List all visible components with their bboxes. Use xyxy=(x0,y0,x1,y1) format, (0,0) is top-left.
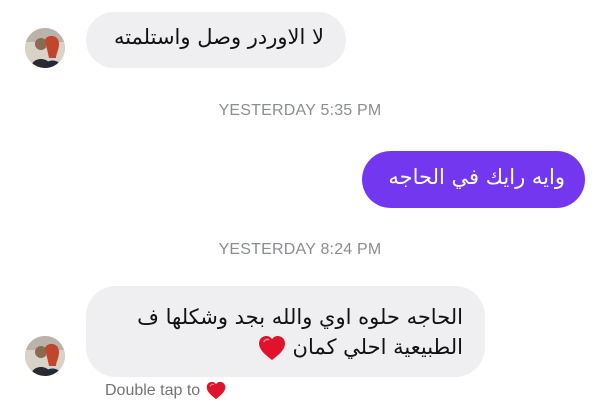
message-text: وايه رايك في الحاجه xyxy=(388,165,565,189)
message-timestamp: YESTERDAY 5:35 PM xyxy=(218,102,382,119)
message-text: لا الاوردر وصل واستلمته xyxy=(113,25,324,49)
outgoing-message-bubble[interactable]: وايه رايك في الحاجه xyxy=(362,151,585,208)
message-text-line-2: الطبيعية احلي كمان xyxy=(108,332,463,362)
incoming-message-bubble[interactable]: لا الاوردر وصل واستلمته xyxy=(86,12,346,68)
red-heart-icon xyxy=(206,381,226,400)
red-heart-icon xyxy=(258,336,285,360)
message-text-line-1: الحاجه حلوه اوي والله بجد وشكلها ف xyxy=(137,305,463,329)
message-text: الطبيعية احلي كمان xyxy=(292,335,463,359)
incoming-message-bubble[interactable]: الحاجه حلوه اوي والله بجد وشكلها ف الطبي… xyxy=(86,286,485,377)
profile-photo-icon xyxy=(25,28,65,68)
message-timestamp: YESTERDAY 8:24 PM xyxy=(218,241,382,258)
double-tap-label: Double tap to xyxy=(105,381,201,399)
double-tap-hint[interactable]: Double tap to xyxy=(105,381,226,400)
profile-photo-icon xyxy=(25,336,65,376)
sender-avatar[interactable] xyxy=(25,336,65,376)
sender-avatar[interactable] xyxy=(25,28,65,68)
